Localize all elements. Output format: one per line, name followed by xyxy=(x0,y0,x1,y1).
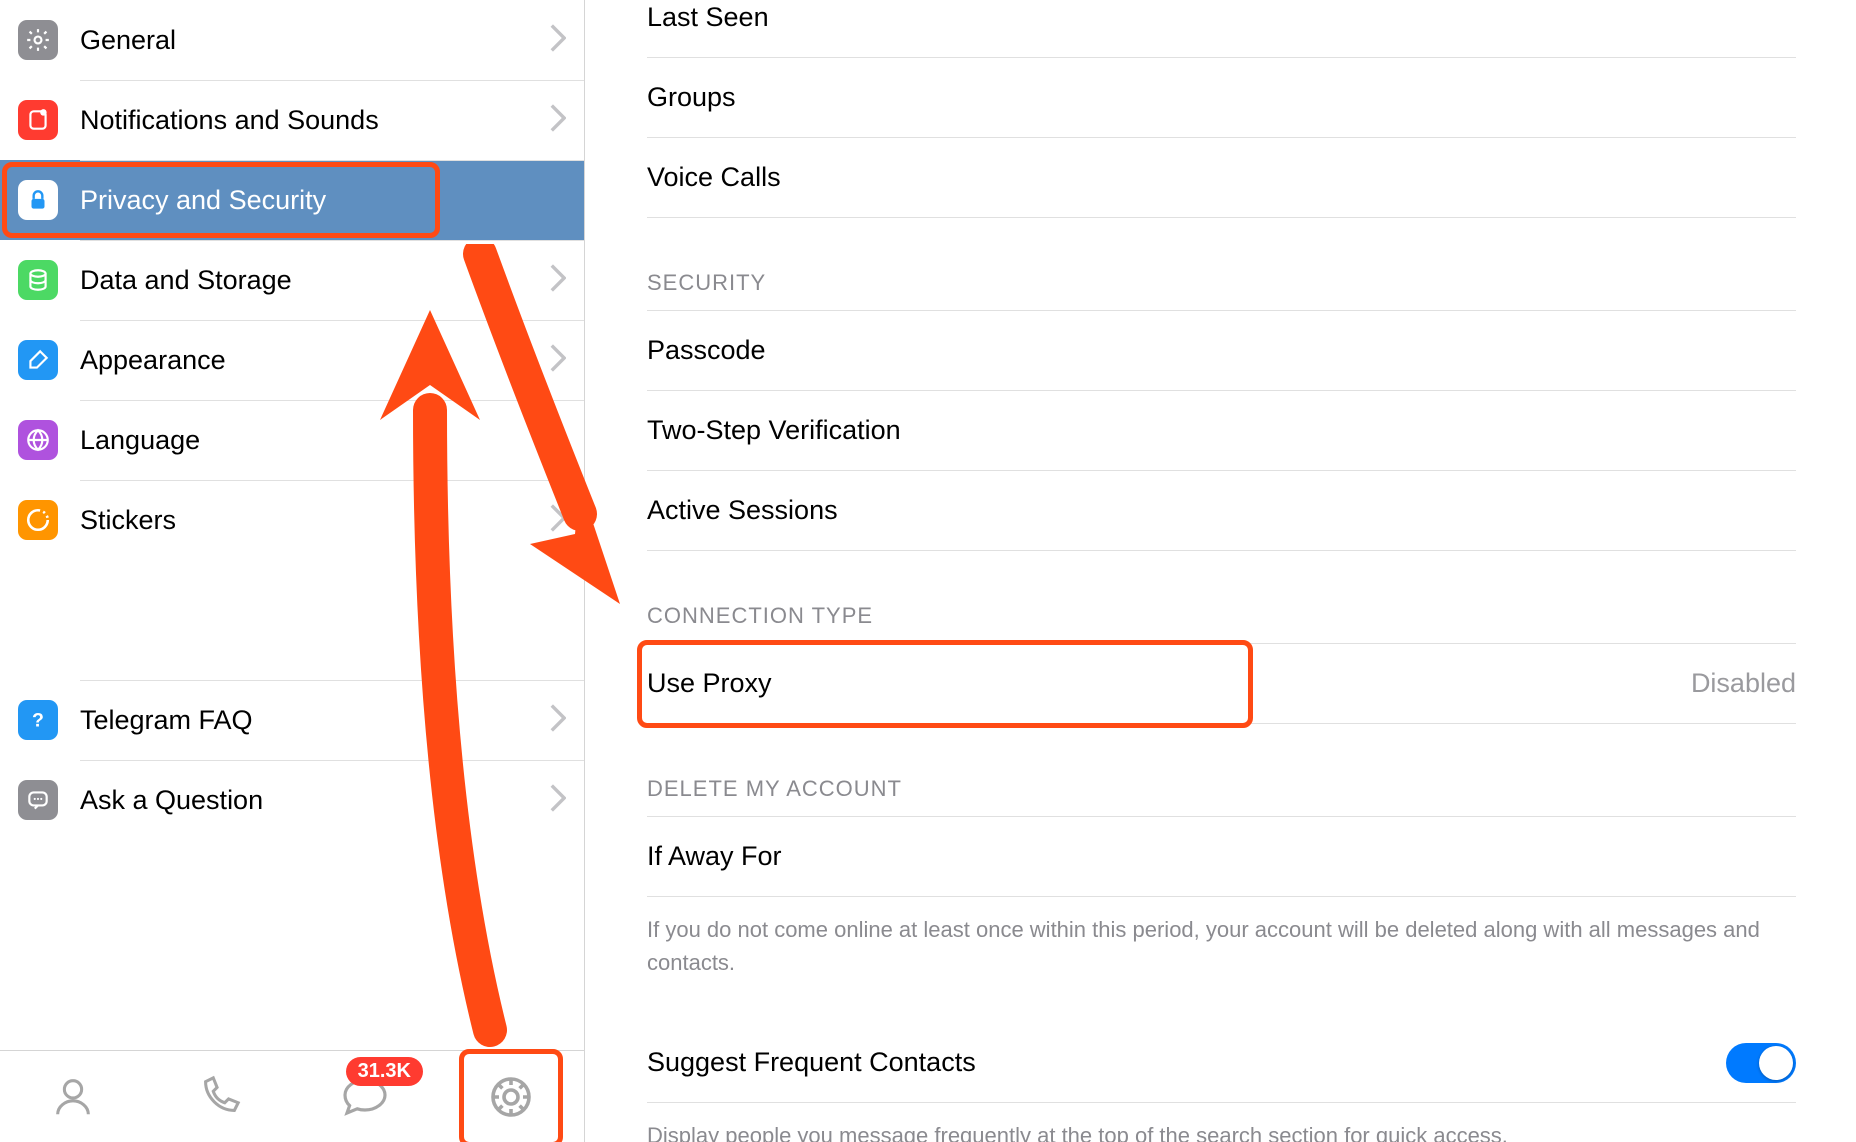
tab-chats[interactable]: 31.3K xyxy=(335,1067,395,1127)
row-two-step[interactable]: Two-Step Verification xyxy=(647,391,1796,471)
row-value: Disabled xyxy=(1691,668,1796,699)
sidebar-item-faq[interactable]: ? Telegram FAQ xyxy=(0,680,584,760)
sidebar-label: Appearance xyxy=(80,345,550,376)
delete-footnote: If you do not come online at least once … xyxy=(647,897,1796,987)
sidebar-item-data[interactable]: Data and Storage xyxy=(0,240,584,320)
globe-icon xyxy=(18,420,58,460)
sidebar-item-privacy[interactable]: Privacy and Security xyxy=(0,160,584,240)
chevron-right-icon xyxy=(550,344,566,377)
toggle-switch[interactable] xyxy=(1726,1043,1796,1083)
tab-contacts[interactable] xyxy=(43,1067,103,1127)
chevron-right-icon xyxy=(550,504,566,537)
gear-icon xyxy=(18,20,58,60)
chevron-right-icon xyxy=(550,424,566,457)
chat-icon xyxy=(18,780,58,820)
row-label: Groups xyxy=(647,82,1796,113)
storage-icon xyxy=(18,260,58,300)
svg-text:?: ? xyxy=(32,710,44,732)
sidebar-item-appearance[interactable]: Appearance xyxy=(0,320,584,400)
row-passcode[interactable]: Passcode xyxy=(647,311,1796,391)
chevron-right-icon xyxy=(550,104,566,137)
row-label: Passcode xyxy=(647,335,1796,366)
sidebar-label: Notifications and Sounds xyxy=(80,105,550,136)
lock-icon xyxy=(18,180,58,220)
chevron-right-icon xyxy=(550,24,566,57)
chevron-right-icon xyxy=(550,784,566,817)
tab-calls[interactable] xyxy=(189,1067,249,1127)
row-voice-calls[interactable]: Voice Calls xyxy=(647,138,1796,218)
sidebar-label: Data and Storage xyxy=(80,265,550,296)
sidebar-label: General xyxy=(80,25,550,56)
row-if-away-for[interactable]: If Away For xyxy=(647,817,1796,897)
sidebar-label: Telegram FAQ xyxy=(80,705,550,736)
row-label: Active Sessions xyxy=(647,495,1796,526)
sidebar-label: Stickers xyxy=(80,505,550,536)
bottom-tab-bar: 31.3K xyxy=(0,1050,584,1142)
question-icon: ? xyxy=(18,700,58,740)
brush-icon xyxy=(18,340,58,380)
section-header-delete: DELETE MY ACCOUNT xyxy=(647,724,1796,817)
row-label: Two-Step Verification xyxy=(647,415,1796,446)
sidebar-label: Ask a Question xyxy=(80,785,550,816)
sidebar-item-language[interactable]: Language xyxy=(0,400,584,480)
sidebar-item-ask[interactable]: Ask a Question xyxy=(0,760,584,840)
sidebar-gap xyxy=(0,560,584,680)
chevron-right-icon xyxy=(550,704,566,737)
bell-icon xyxy=(18,100,58,140)
sticker-icon xyxy=(18,500,58,540)
sidebar-item-general[interactable]: General xyxy=(0,0,584,80)
sidebar-label: Privacy and Security xyxy=(80,185,566,216)
row-label: Last Seen xyxy=(647,2,1796,33)
row-groups[interactable]: Groups xyxy=(647,58,1796,138)
sidebar-item-stickers[interactable]: Stickers xyxy=(0,480,584,560)
row-label: If Away For xyxy=(647,841,1796,872)
sidebar-item-notifications[interactable]: Notifications and Sounds xyxy=(0,80,584,160)
row-last-seen[interactable]: Last Seen xyxy=(647,0,1796,58)
sidebar-list: General Notifications and Sounds Privacy… xyxy=(0,0,584,1050)
row-use-proxy[interactable]: Use Proxy Disabled xyxy=(647,644,1796,724)
settings-sidebar: General Notifications and Sounds Privacy… xyxy=(0,0,585,1142)
app-root: General Notifications and Sounds Privacy… xyxy=(0,0,1856,1142)
row-label: Voice Calls xyxy=(647,162,1796,193)
section-header-connection: CONNECTION TYPE xyxy=(647,551,1796,644)
row-suggest-contacts[interactable]: Suggest Frequent Contacts xyxy=(647,1023,1796,1103)
sidebar-label: Language xyxy=(80,425,550,456)
tab-settings[interactable] xyxy=(481,1067,541,1127)
section-header-security: SECURITY xyxy=(647,218,1796,311)
row-label: Suggest Frequent Contacts xyxy=(647,1047,1726,1078)
settings-detail-pane: Last Seen Groups Voice Calls SECURITY Pa… xyxy=(585,0,1856,1142)
suggest-footnote: Display people you message frequently at… xyxy=(647,1103,1796,1142)
row-active-sessions[interactable]: Active Sessions xyxy=(647,471,1796,551)
chevron-right-icon xyxy=(550,264,566,297)
row-label: Use Proxy xyxy=(647,668,1691,699)
unread-badge: 31.3K xyxy=(346,1057,423,1086)
